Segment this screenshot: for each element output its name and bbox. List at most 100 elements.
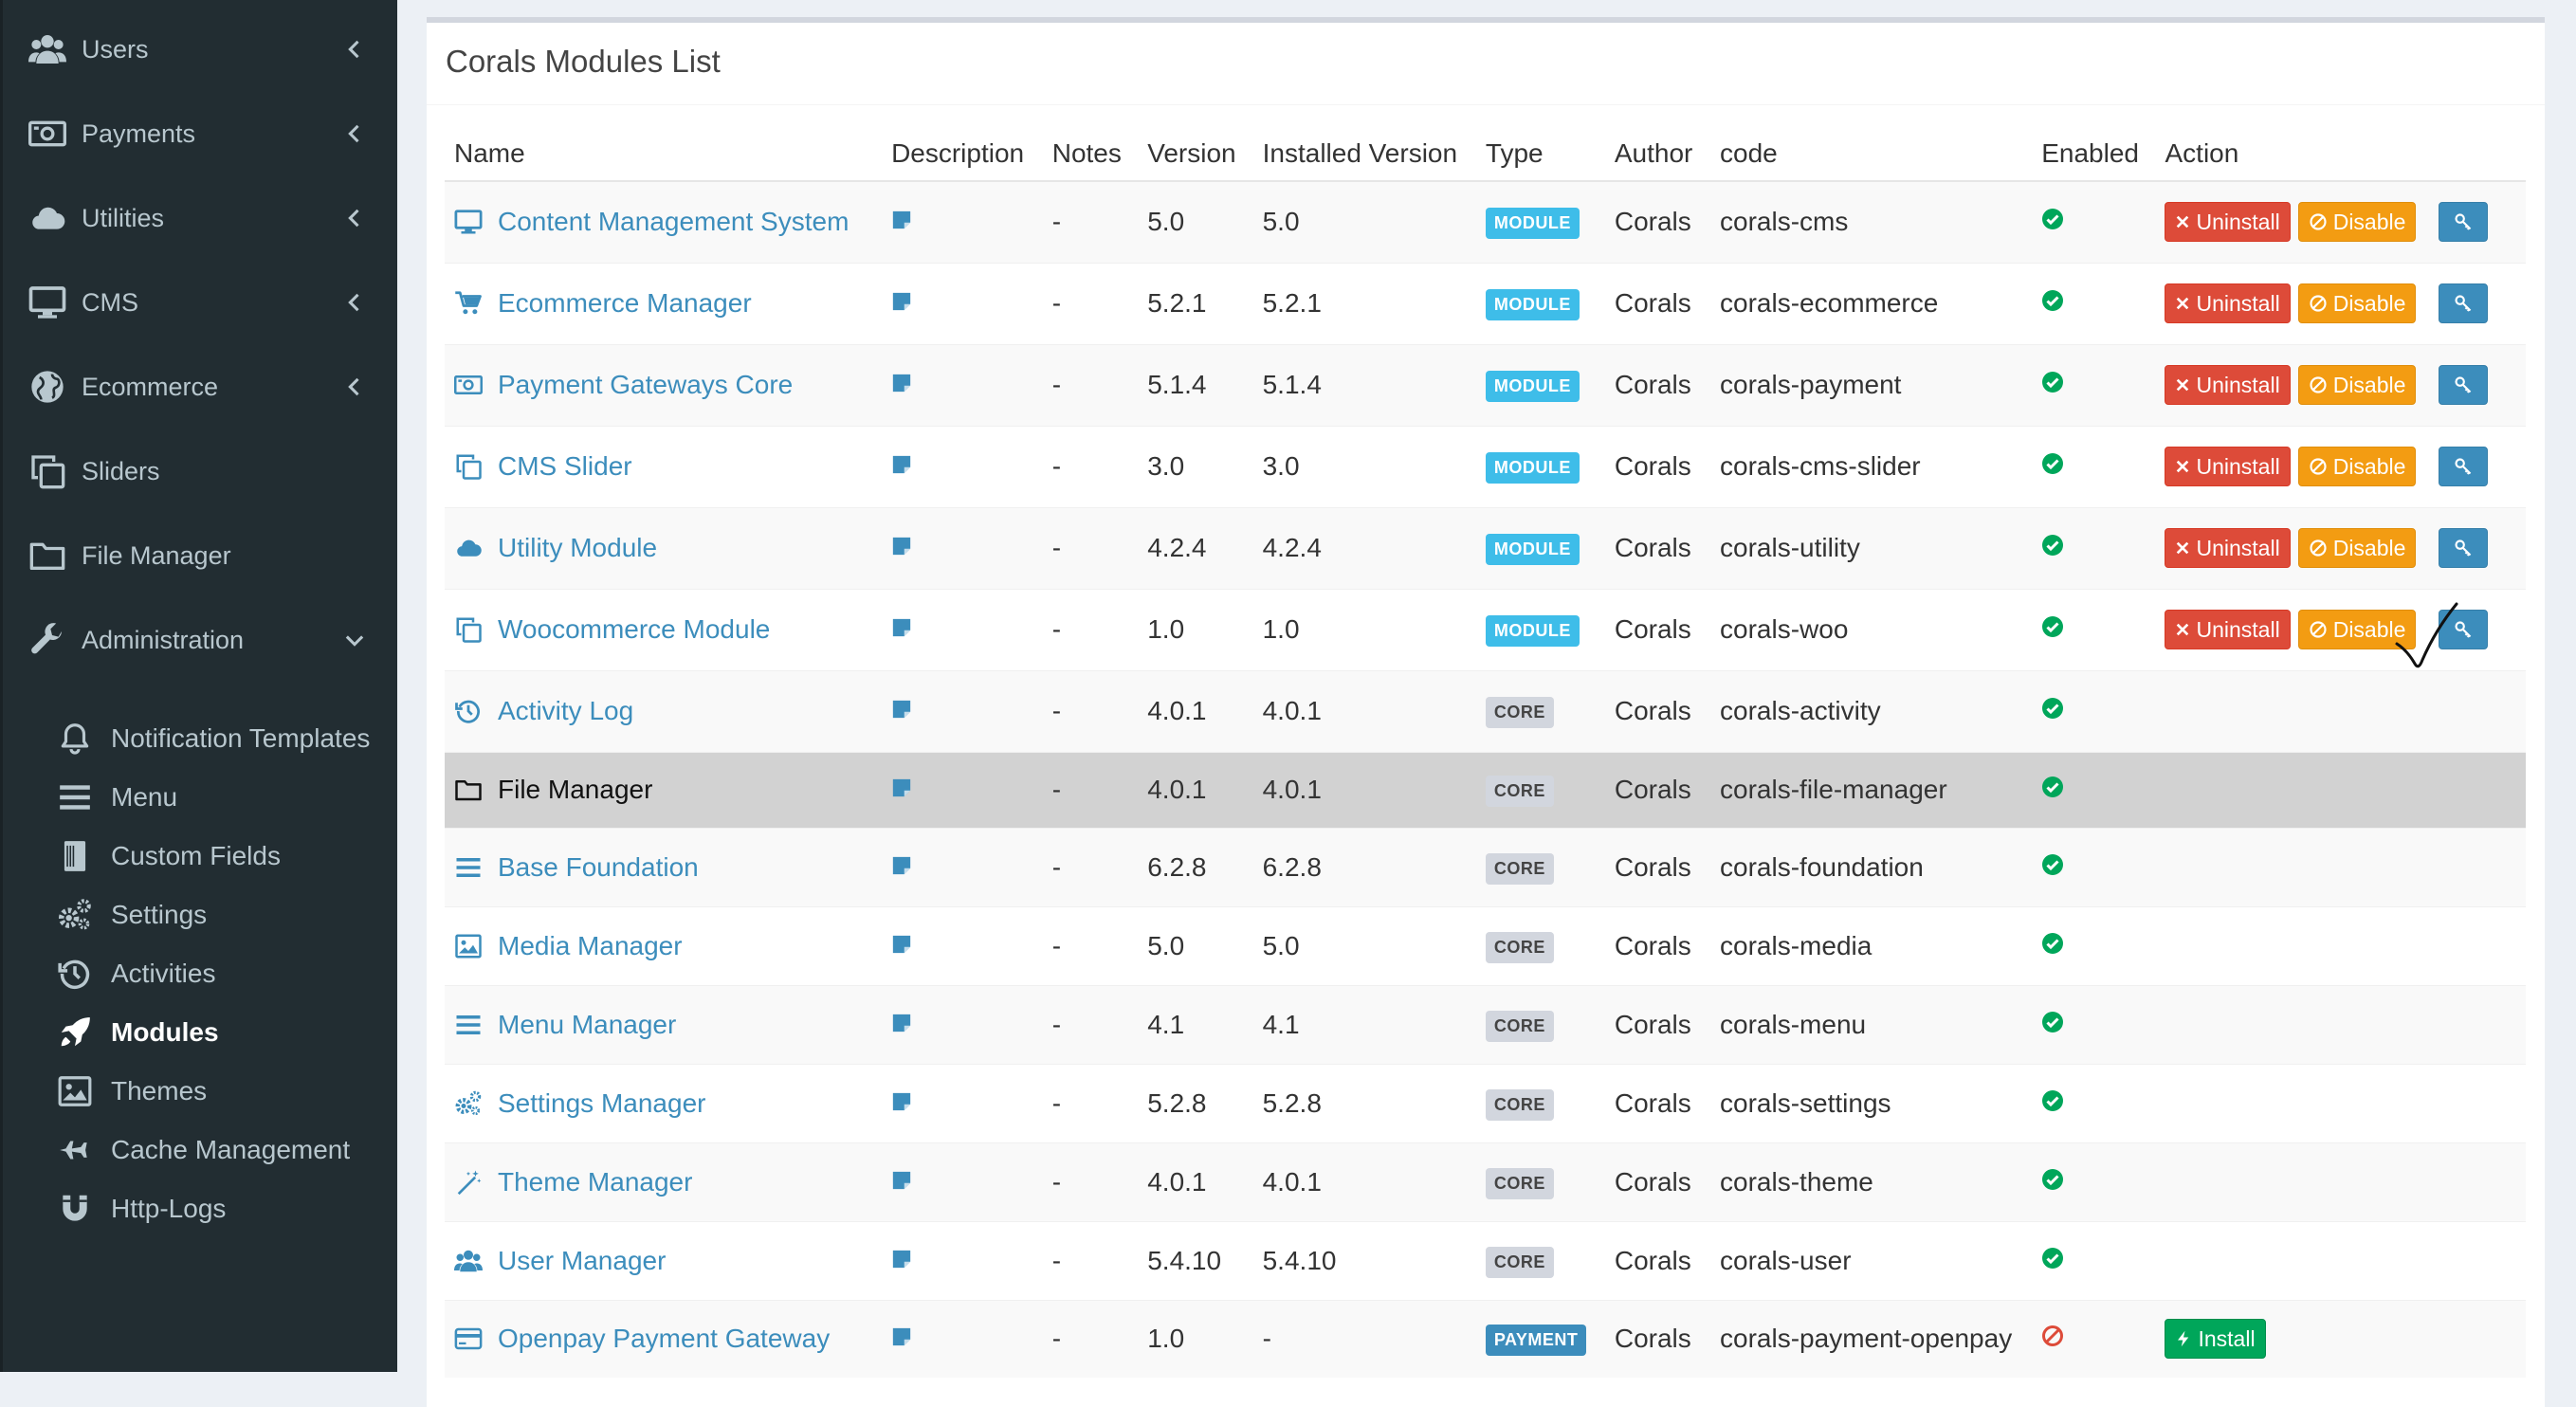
module-name-link[interactable]: User Manager [498,1246,666,1276]
disable-button[interactable]: Disable [2297,447,2417,486]
sidebar-item-utilities[interactable]: Utilities [0,190,397,247]
module-name-link[interactable]: Base Foundation [498,852,699,883]
name-cell: Theme Manager [445,1142,883,1221]
sticky-note-icon[interactable] [891,291,912,312]
license-key-button[interactable] [2439,447,2489,486]
column-header-version[interactable]: Version [1138,127,1253,182]
version-cell: 5.0 [1138,905,1253,985]
column-header-type[interactable]: Type [1475,127,1605,182]
sticky-note-icon[interactable] [891,1326,912,1347]
notes-cell: - [1042,343,1139,426]
module-name-link[interactable]: Theme Manager [498,1167,692,1197]
sidebar-item-payments[interactable]: Payments [0,105,397,162]
code-cell: corals-ecommerce [1710,262,2033,344]
check-circle-icon [2042,209,2064,230]
sticky-note-icon[interactable] [891,855,912,876]
submenu-item-label: Notification Templates [111,723,371,753]
column-header-enabled[interactable]: Enabled [2032,127,2156,182]
sticky-note-icon[interactable] [891,373,912,393]
description-cell [882,669,1043,752]
install-button[interactable]: Install [2165,1319,2266,1360]
submenu-item-settings[interactable]: Settings [0,888,397,941]
sidebar-item-administration[interactable]: Administration [0,612,397,668]
module-name-link[interactable]: Settings Manager [498,1088,705,1119]
uninstall-button[interactable]: Uninstall [2165,283,2291,323]
module-name-link[interactable]: CMS Slider [498,451,632,482]
sticky-note-icon[interactable] [891,1091,912,1112]
sticky-note-icon[interactable] [891,934,912,955]
submenu-item-label: Cache Management [111,1135,351,1164]
check-circle-icon [2042,1011,2064,1032]
type-badge: MODULE [1485,615,1580,647]
name-cell: CMS Slider [445,425,883,507]
column-header-notes[interactable]: Notes [1042,127,1139,182]
submenu-item-activities[interactable]: Activities [0,947,397,1000]
module-name-link[interactable]: Content Management System [498,207,849,237]
column-header-description[interactable]: Description [882,127,1043,182]
sticky-note-icon[interactable] [891,1249,912,1270]
module-name-link[interactable]: Ecommerce Manager [498,288,752,319]
folder-icon [454,776,483,804]
module-name-link[interactable]: Activity Log [498,696,633,726]
submenu-item-http-logs[interactable]: Http-Logs [0,1182,397,1235]
sticky-note-icon[interactable] [891,1013,912,1033]
type-cell: MODULE [1475,506,1605,589]
author-cell: Corals [1604,1142,1711,1221]
module-name-link[interactable]: Payment Gateways Core [498,370,793,400]
column-header-author[interactable]: Author [1604,127,1711,182]
enabled-cell [2032,905,2156,985]
version-cell: 4.0.1 [1138,751,1253,828]
disable-button[interactable]: Disable [2297,528,2417,568]
module-name-link[interactable]: Menu Manager [498,1010,676,1040]
times-icon [2177,460,2189,473]
sidebar-item-users[interactable]: Users [0,21,397,78]
type-badge: MODULE [1485,371,1580,402]
ban-icon [2042,1325,2064,1347]
module-name-link[interactable]: File Manager [498,775,652,805]
sticky-note-icon[interactable] [891,454,912,475]
check-circle-icon [2042,1168,2064,1190]
sidebar-item-file-manager[interactable]: File Manager [0,527,397,584]
uninstall-button[interactable]: Uninstall [2165,202,2291,243]
sticky-note-icon[interactable] [891,617,912,638]
module-name-link[interactable]: Media Manager [498,931,683,961]
module-name: Base Foundation [454,852,872,883]
sidebar-item-sliders[interactable]: Sliders [0,443,397,500]
sticky-note-icon[interactable] [891,1170,912,1191]
sticky-note-icon[interactable] [891,699,912,720]
chevron-left-icon [341,205,368,231]
submenu-item-cache-management[interactable]: Cache Management [0,1124,397,1177]
uninstall-button[interactable]: Uninstall [2165,447,2291,486]
submenu-item-modules[interactable]: Modules [0,1006,397,1059]
installed-version-cell: 6.2.8 [1252,827,1476,906]
sticky-note-icon[interactable] [891,777,912,798]
enabled-cell [2032,751,2156,828]
uninstall-button[interactable]: Uninstall [2165,610,2291,649]
disable-button[interactable]: Disable [2297,283,2417,323]
uninstall-button[interactable]: Uninstall [2165,365,2291,405]
license-key-button[interactable] [2439,528,2489,568]
disable-button[interactable]: Disable [2297,202,2417,243]
submenu-item-notification-templates[interactable]: Notification Templates [0,712,397,765]
module-name-link[interactable]: Openpay Payment Gateway [498,1324,830,1354]
sticky-note-icon[interactable] [891,210,912,230]
table-row: Ecommerce Manager -5.2.1 5.2.1 MODULE Corals… [445,262,2526,344]
submenu-item-menu[interactable]: Menu [0,771,397,824]
module-name-link[interactable]: Woocommerce Module [498,614,770,645]
license-key-button[interactable] [2439,283,2489,323]
submenu-item-themes[interactable]: Themes [0,1065,397,1118]
column-header-installed-version[interactable]: Installed Version [1252,127,1476,182]
column-header-action[interactable]: Action [2155,127,2526,182]
license-key-button[interactable] [2439,365,2489,405]
disable-button[interactable]: Disable [2297,365,2417,405]
sticky-note-icon[interactable] [891,536,912,557]
column-header-name[interactable]: Name [445,127,883,182]
sidebar-item-cms[interactable]: CMS [0,274,397,331]
uninstall-button[interactable]: Uninstall [2165,528,2291,568]
column-header-code[interactable]: code [1710,127,2033,182]
module-name-link[interactable]: Utility Module [498,533,657,563]
enabled-cell [2032,506,2156,589]
license-key-button[interactable] [2439,202,2489,243]
submenu-item-custom-fields[interactable]: Custom Fields [0,830,397,883]
sidebar-item-ecommerce[interactable]: Ecommerce [0,358,397,415]
